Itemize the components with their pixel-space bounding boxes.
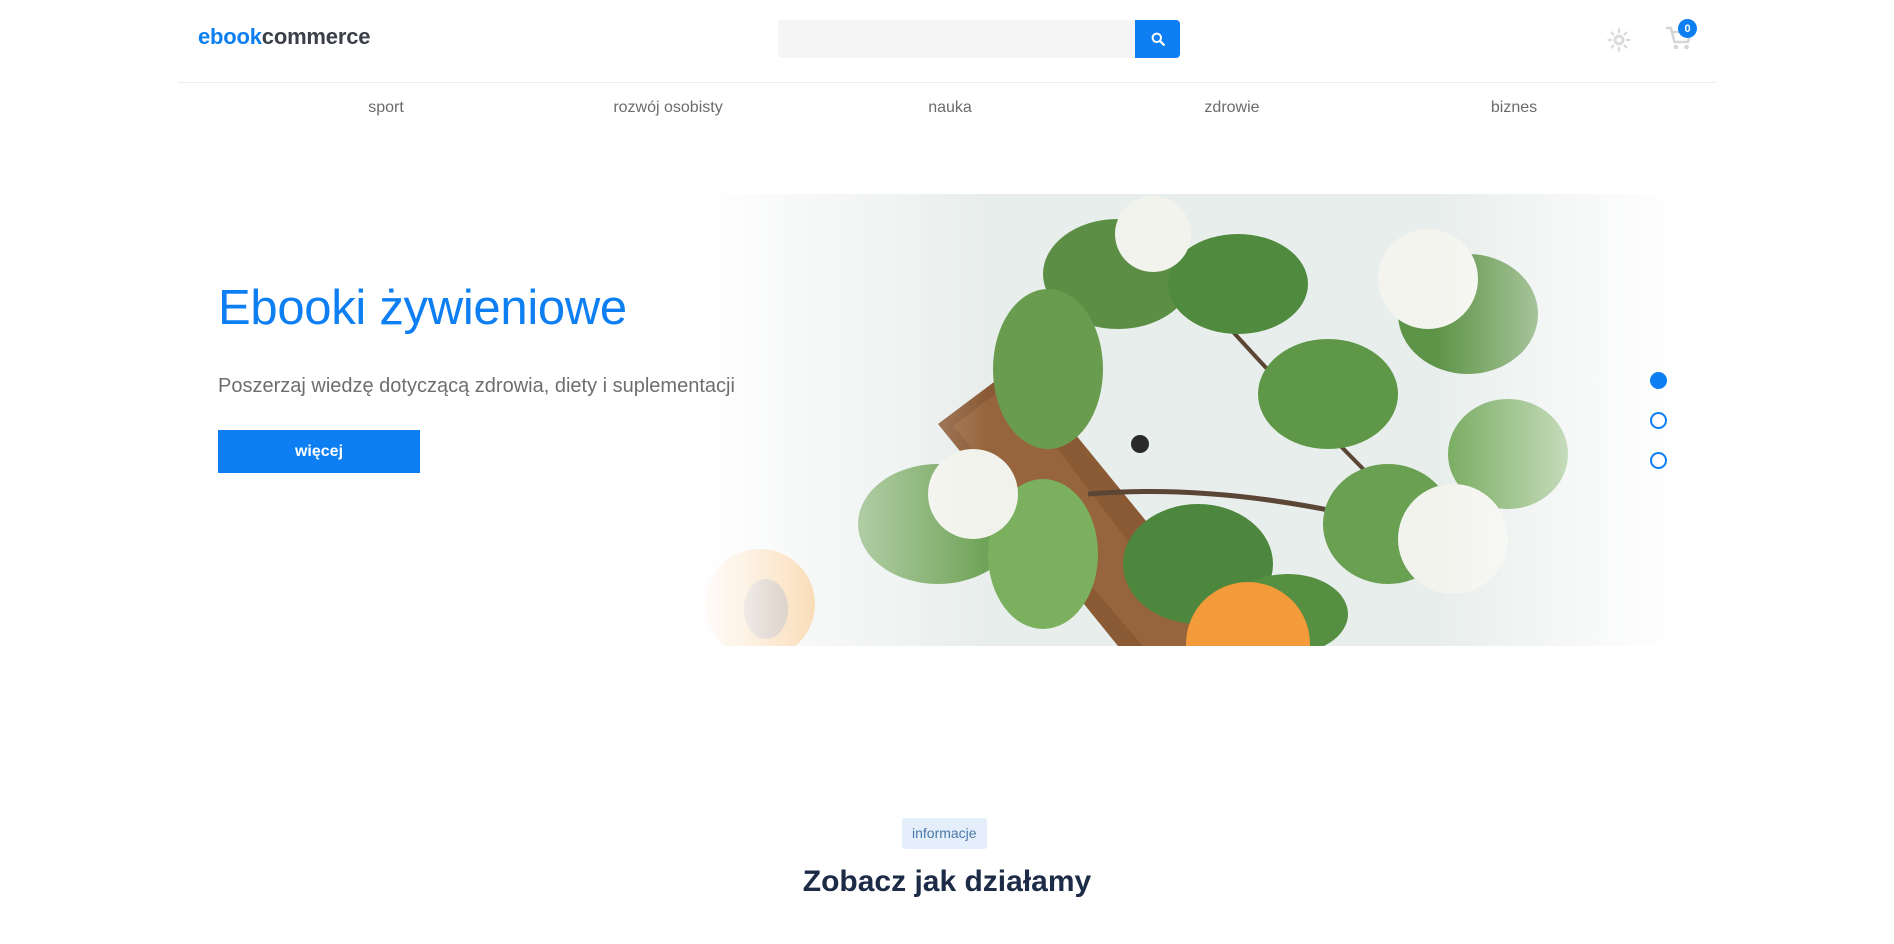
section-badge: informacje bbox=[902, 818, 987, 849]
hero-title: Ebooki żywieniowe bbox=[218, 281, 627, 335]
slider-dot-1[interactable] bbox=[1650, 372, 1667, 389]
nav-item-nauka[interactable]: nauka bbox=[928, 99, 972, 117]
nav-item-biznes[interactable]: biznes bbox=[1491, 99, 1537, 117]
logo-rest: commerce bbox=[261, 24, 371, 49]
hero-image-fade bbox=[688, 194, 1686, 646]
cart-count-badge: 0 bbox=[1678, 19, 1697, 38]
logo[interactable]: ebookcommerce bbox=[198, 24, 370, 50]
sun-icon bbox=[1607, 28, 1631, 52]
search-icon bbox=[1151, 32, 1165, 46]
more-button[interactable]: więcej bbox=[218, 430, 420, 473]
hero-image bbox=[688, 194, 1686, 646]
nav-item-zdrowie[interactable]: zdrowie bbox=[1204, 99, 1259, 117]
nav-item-rozwoj-osobisty[interactable]: rozwój osobisty bbox=[613, 99, 722, 117]
search-button[interactable] bbox=[1135, 20, 1180, 58]
slider-dot-2[interactable] bbox=[1650, 412, 1667, 429]
logo-accent: ebook bbox=[198, 24, 262, 49]
category-nav: sport rozwój osobisty nauka zdrowie bizn… bbox=[0, 84, 1894, 134]
section-title: Zobacz jak działamy bbox=[802, 865, 1092, 898]
hero-subtitle: Poszerzaj wiedzę dotyczącą zdrowia, diet… bbox=[218, 375, 735, 397]
theme-toggle-button[interactable] bbox=[1606, 27, 1632, 53]
search-form bbox=[778, 20, 1180, 58]
slider-dot-3[interactable] bbox=[1650, 452, 1667, 469]
nav-item-sport[interactable]: sport bbox=[368, 99, 404, 117]
site-header: ebookcommerce 0 bbox=[178, 0, 1716, 83]
search-input[interactable] bbox=[778, 20, 1135, 58]
